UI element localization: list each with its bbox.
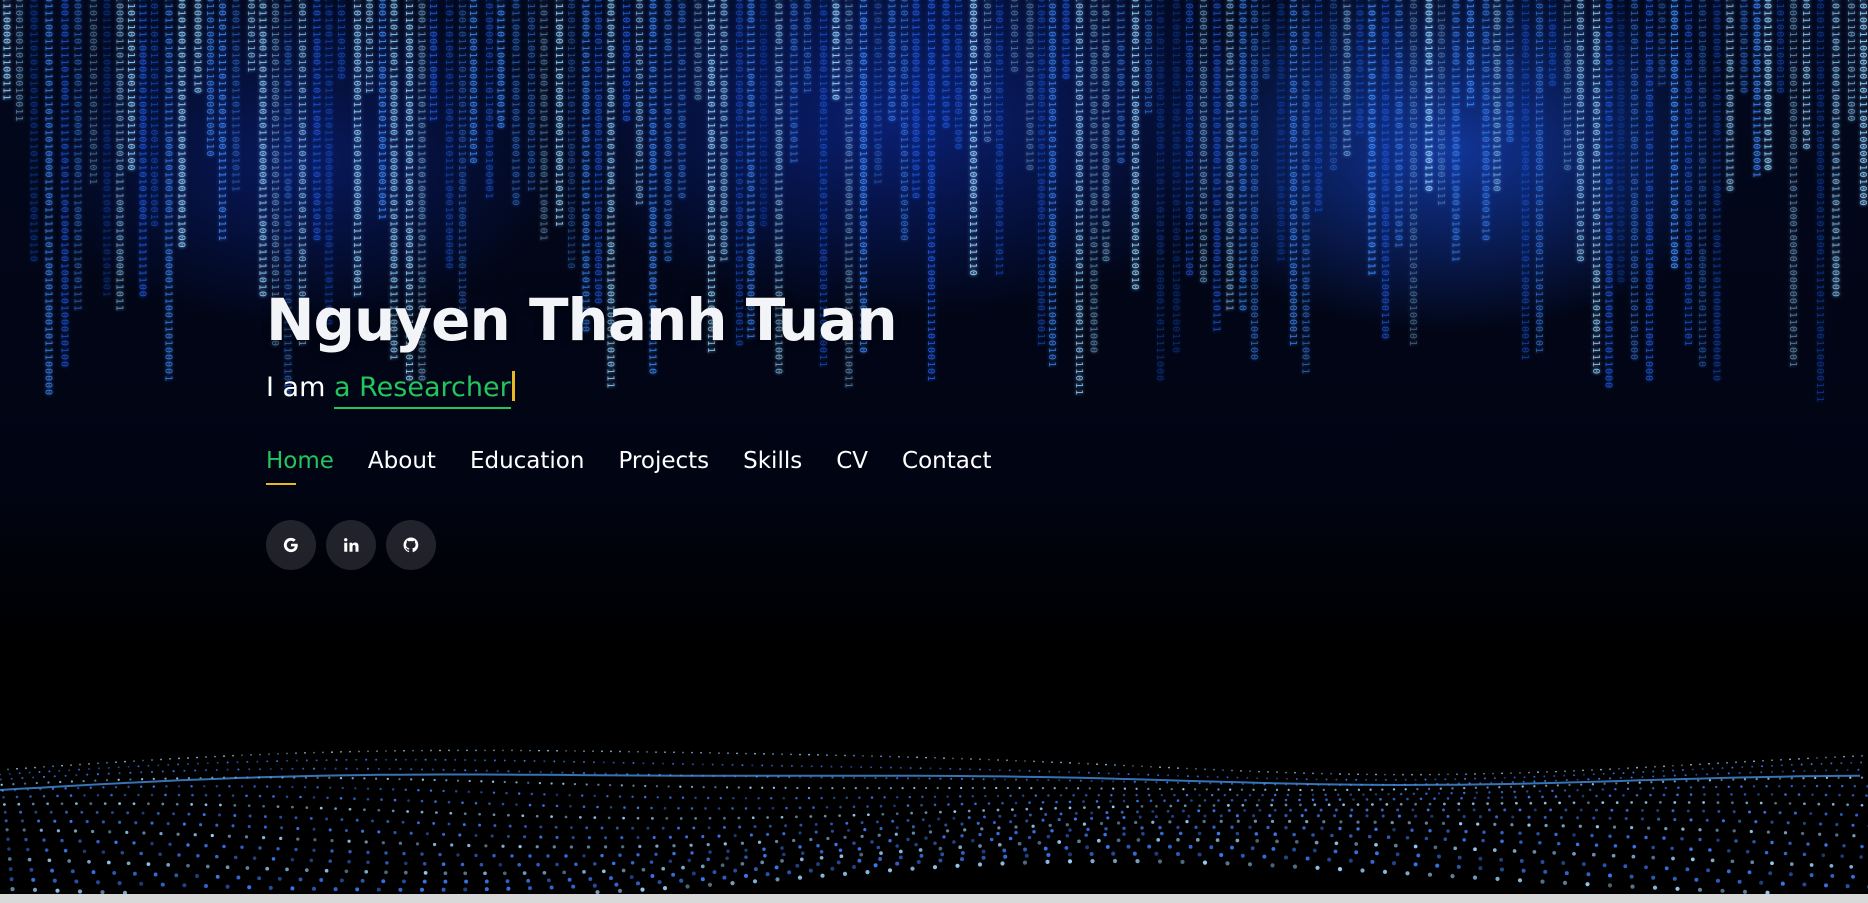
tagline-prefix: I am: [266, 372, 334, 403]
horizontal-scrollbar[interactable]: [0, 894, 1868, 903]
google-scholar-link[interactable]: [266, 520, 316, 570]
typing-cursor: [511, 371, 515, 401]
nav-cv[interactable]: CV: [836, 444, 868, 478]
hero-tagline: I am a Researcher: [266, 368, 1166, 409]
main-nav: Home About Education Projects Skills CV …: [266, 444, 1166, 485]
google-icon: [283, 537, 298, 553]
nav-education[interactable]: Education: [470, 444, 585, 478]
tagline-typed-text: a Researcher: [333, 372, 511, 409]
nav-skills[interactable]: Skills: [743, 444, 802, 478]
linkedin-link[interactable]: [326, 520, 376, 570]
github-link[interactable]: [386, 520, 436, 570]
nav-contact[interactable]: Contact: [902, 444, 991, 478]
social-links: [266, 520, 1166, 570]
nav-home[interactable]: Home: [266, 444, 334, 485]
hero-name: Nguyen Thanh Tuan: [266, 286, 898, 354]
nav-projects[interactable]: Projects: [618, 444, 709, 478]
hero-section: 111000011100111 010010010100010011 0100011…: [0, 0, 1868, 894]
nav-about[interactable]: About: [368, 444, 436, 478]
linkedin-icon: [344, 538, 359, 552]
hero-content: Nguyen Thanh Tuan I am a Researcher Home…: [266, 282, 1166, 570]
github-icon: [403, 537, 419, 553]
